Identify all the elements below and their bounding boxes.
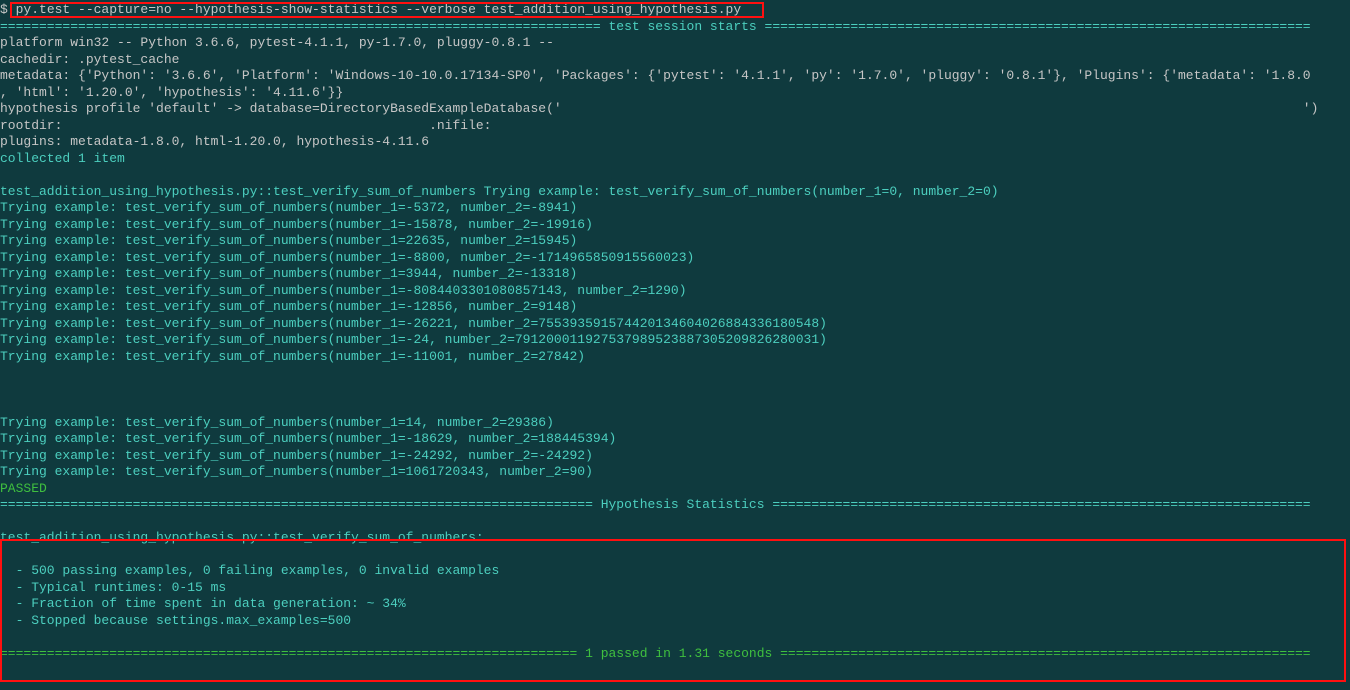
example-line: Trying example: test_verify_sum_of_numbe… xyxy=(0,266,1350,283)
example-line: Trying example: test_verify_sum_of_numbe… xyxy=(0,299,1350,316)
blank-line xyxy=(0,514,1350,531)
hypothesis-stats-header: ========================================… xyxy=(0,497,1350,514)
example-line: Trying example: test_verify_sum_of_numbe… xyxy=(0,349,1350,366)
metadata-line-1: metadata: {'Python': '3.6.6', 'Platform'… xyxy=(0,68,1350,85)
example-line: Trying example: test_verify_sum_of_numbe… xyxy=(0,448,1350,465)
hypothesis-profile-line: hypothesis profile 'default' -> database… xyxy=(0,101,1350,118)
collected-line: collected 1 item xyxy=(0,151,1350,168)
blank-line xyxy=(0,365,1350,382)
example-line: Trying example: test_verify_sum_of_numbe… xyxy=(0,200,1350,217)
metadata-line-2: , 'html': '1.20.0', 'hypothesis': '4.11.… xyxy=(0,85,1350,102)
test-first-line: test_addition_using_hypothesis.py::test_… xyxy=(0,184,1350,201)
highlight-stats-box xyxy=(0,539,1346,682)
platform-line: platform win32 -- Python 3.6.6, pytest-4… xyxy=(0,35,1350,52)
blank-line xyxy=(0,382,1350,399)
rootdir-line: rootdir: .nifile: xyxy=(0,118,1350,135)
terminal-window[interactable]: $ py.test --capture=no --hypothesis-show… xyxy=(0,2,1350,690)
example-line: Trying example: test_verify_sum_of_numbe… xyxy=(0,283,1350,300)
passed-line: PASSED xyxy=(0,481,1350,498)
example-line: Trying example: test_verify_sum_of_numbe… xyxy=(0,316,1350,333)
example-line: Trying example: test_verify_sum_of_numbe… xyxy=(0,233,1350,250)
example-line: Trying example: test_verify_sum_of_numbe… xyxy=(0,250,1350,267)
blank-line xyxy=(0,398,1350,415)
example-line: Trying example: test_verify_sum_of_numbe… xyxy=(0,431,1350,448)
example-line: Trying example: test_verify_sum_of_numbe… xyxy=(0,332,1350,349)
example-line: Trying example: test_verify_sum_of_numbe… xyxy=(0,415,1350,432)
highlight-command-box xyxy=(10,2,764,18)
cachedir-line: cachedir: .pytest_cache xyxy=(0,52,1350,69)
blank-line xyxy=(0,167,1350,184)
example-line: Trying example: test_verify_sum_of_numbe… xyxy=(0,217,1350,234)
example-line: Trying example: test_verify_sum_of_numbe… xyxy=(0,464,1350,481)
session-header: ========================================… xyxy=(0,19,1350,36)
plugins-line: plugins: metadata-1.8.0, html-1.20.0, hy… xyxy=(0,134,1350,151)
